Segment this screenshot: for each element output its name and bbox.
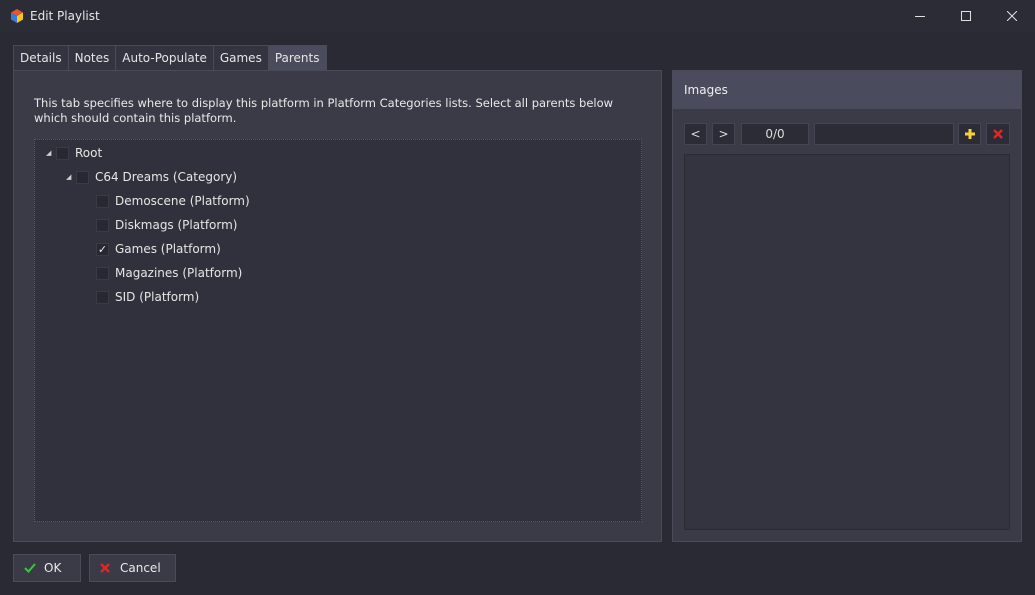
tab-auto-populate[interactable]: Auto-Populate	[115, 45, 214, 70]
tree-node-category[interactable]: ◢ C64 Dreams (Category)	[66, 167, 237, 187]
parents-panel: This tab specifies where to display this…	[13, 70, 662, 542]
minimize-icon	[915, 16, 925, 17]
tree-checkbox[interactable]	[56, 146, 69, 160]
close-icon	[1007, 11, 1017, 21]
images-panel: Images < > 0/0	[672, 70, 1022, 542]
tab-bar: Details Notes Auto-Populate Games Parent…	[13, 45, 327, 70]
tab-games[interactable]: Games	[212, 45, 269, 70]
tree-checkbox[interactable]	[96, 194, 109, 208]
image-counter: 0/0	[741, 123, 809, 145]
expand-arrow-icon[interactable]: ◢	[66, 173, 76, 181]
ok-button[interactable]: OK	[13, 554, 81, 582]
tree-checkbox-checked[interactable]: ✓	[96, 242, 109, 256]
cancel-button[interactable]: Cancel	[89, 554, 176, 582]
tree-checkbox[interactable]	[96, 266, 109, 280]
close-button[interactable]	[989, 0, 1035, 32]
image-preview	[684, 154, 1010, 530]
prev-image-button[interactable]: <	[684, 123, 707, 145]
add-image-button[interactable]	[958, 123, 981, 145]
plus-icon	[964, 129, 975, 139]
tree-node-platform[interactable]: Diskmags (Platform)	[96, 215, 237, 235]
tree-node-label: C64 Dreams (Category)	[95, 170, 238, 184]
expand-arrow-icon[interactable]: ◢	[46, 149, 56, 157]
tree-node-label: Root	[75, 146, 103, 160]
tree-node-root[interactable]: ◢ Root	[46, 143, 102, 163]
cancel-label: Cancel	[120, 561, 161, 575]
ok-label: OK	[44, 561, 62, 575]
check-icon	[24, 563, 36, 573]
tree-node-label: Diskmags (Platform)	[115, 218, 238, 232]
tree-checkbox[interactable]	[96, 290, 109, 304]
tree-checkbox[interactable]	[76, 170, 89, 184]
tab-details[interactable]: Details	[13, 45, 69, 70]
image-name-field[interactable]	[814, 123, 954, 145]
remove-image-button[interactable]	[986, 123, 1010, 145]
maximize-button[interactable]	[943, 0, 989, 32]
remove-icon	[993, 129, 1003, 139]
parents-description: This tab specifies where to display this…	[34, 96, 614, 125]
x-icon	[100, 563, 110, 573]
tree-node-label: Demoscene (Platform)	[115, 194, 250, 208]
images-header: Images	[673, 71, 1021, 109]
tree-node-label: Magazines (Platform)	[115, 266, 243, 280]
minimize-button[interactable]	[897, 0, 943, 32]
window-title: Edit Playlist	[30, 9, 100, 23]
tree-checkbox[interactable]	[96, 218, 109, 232]
tree-node-platform[interactable]: SID (Platform)	[96, 287, 199, 307]
checkmark-icon: ✓	[97, 242, 108, 256]
parents-tree[interactable]: ◢ Root ◢ C64 Dreams (Category) Demoscene…	[34, 139, 642, 522]
title-bar: Edit Playlist	[0, 0, 1035, 32]
tab-notes[interactable]: Notes	[67, 45, 117, 70]
app-logo-icon	[11, 9, 23, 23]
tree-node-label: Games (Platform)	[115, 242, 221, 256]
next-image-button[interactable]: >	[712, 123, 735, 145]
tree-node-label: SID (Platform)	[115, 290, 200, 304]
tree-node-platform[interactable]: ✓ Games (Platform)	[96, 239, 221, 259]
tab-parents[interactable]: Parents	[267, 45, 327, 70]
images-title: Images	[684, 83, 728, 97]
tree-node-platform[interactable]: Demoscene (Platform)	[96, 191, 250, 211]
maximize-icon	[961, 11, 971, 21]
tree-node-platform[interactable]: Magazines (Platform)	[96, 263, 242, 283]
